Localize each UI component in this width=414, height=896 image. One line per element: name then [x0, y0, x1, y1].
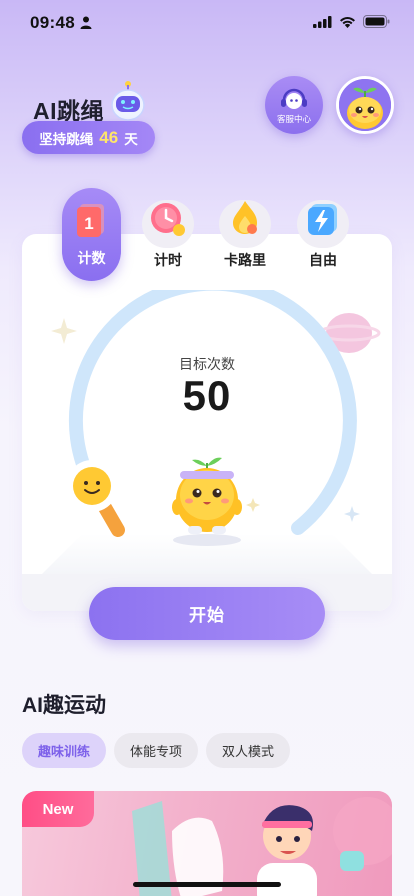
tab-free-label: 自由 [309, 252, 337, 268]
home-indicator [133, 882, 281, 887]
chip-fun-training[interactable]: 趣味训练 [22, 733, 107, 768]
svg-text:1: 1 [84, 214, 93, 233]
tab-calorie-label: 卡路里 [224, 252, 266, 268]
person-icon [80, 16, 92, 29]
tab-count-label: 计数 [77, 250, 106, 266]
battery-icon [363, 15, 390, 28]
customer-service-button[interactable]: 客服中心 [265, 76, 323, 134]
avatar[interactable] [336, 76, 394, 134]
signal-icon [313, 15, 332, 28]
wifi-icon [340, 16, 355, 28]
streak-suffix: 天 [124, 131, 138, 147]
mode-tabs: 1 计数 计时 卡路里 自由 [0, 188, 414, 288]
new-tag: New [22, 791, 94, 827]
chip-two-player[interactable]: 双人模式 [206, 733, 291, 768]
target-label: 目标次数 [179, 356, 235, 372]
streak-badge: 坚持跳绳 46 天 [22, 121, 155, 154]
tab-timer[interactable]: 计时 [133, 188, 203, 281]
tab-free[interactable]: 自由 [288, 188, 358, 281]
section-title: AI趣运动 [22, 694, 106, 717]
start-button[interactable]: 开始 [89, 587, 325, 640]
gauge-ring [66, 290, 381, 546]
header: AI跳绳 坚持跳绳 46 天 客服中心 [0, 76, 414, 170]
customer-service-label: 客服中心 [276, 113, 311, 124]
mascot-avatar-icon [339, 79, 391, 131]
streak-days: 46 [99, 127, 119, 147]
target-gauge: 目标次数 50 [0, 290, 414, 560]
counter-icon: 1 [77, 204, 104, 237]
tab-timer-label: 计时 [154, 252, 182, 268]
streak-prefix: 坚持跳绳 [39, 131, 94, 147]
activity-banner[interactable]: New [22, 791, 392, 896]
headset-icon [281, 88, 307, 109]
status-bar: 09:48 [0, 0, 414, 46]
status-time: 09:48 [30, 13, 75, 32]
robot-mascot-icon [111, 81, 145, 121]
filter-chips: 趣味训练 体能专项 双人模式 [22, 733, 291, 768]
flame-icon [233, 201, 257, 234]
lightning-icon [308, 204, 337, 235]
chip-fitness[interactable]: 体能专项 [114, 733, 199, 768]
tab-calorie[interactable]: 卡路里 [210, 188, 280, 281]
tab-count[interactable]: 1 计数 [62, 188, 121, 281]
target-value[interactable]: 50 [0, 372, 414, 420]
clock-icon [151, 203, 185, 236]
